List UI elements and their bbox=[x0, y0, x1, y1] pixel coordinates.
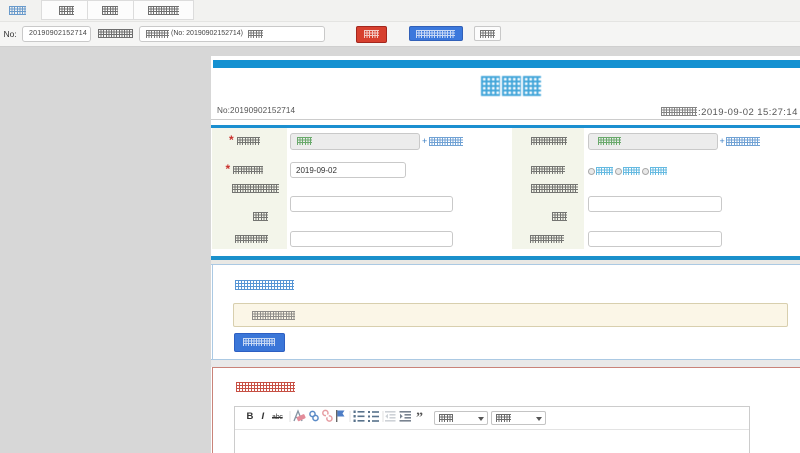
svg-text:”: ” bbox=[416, 411, 423, 425]
